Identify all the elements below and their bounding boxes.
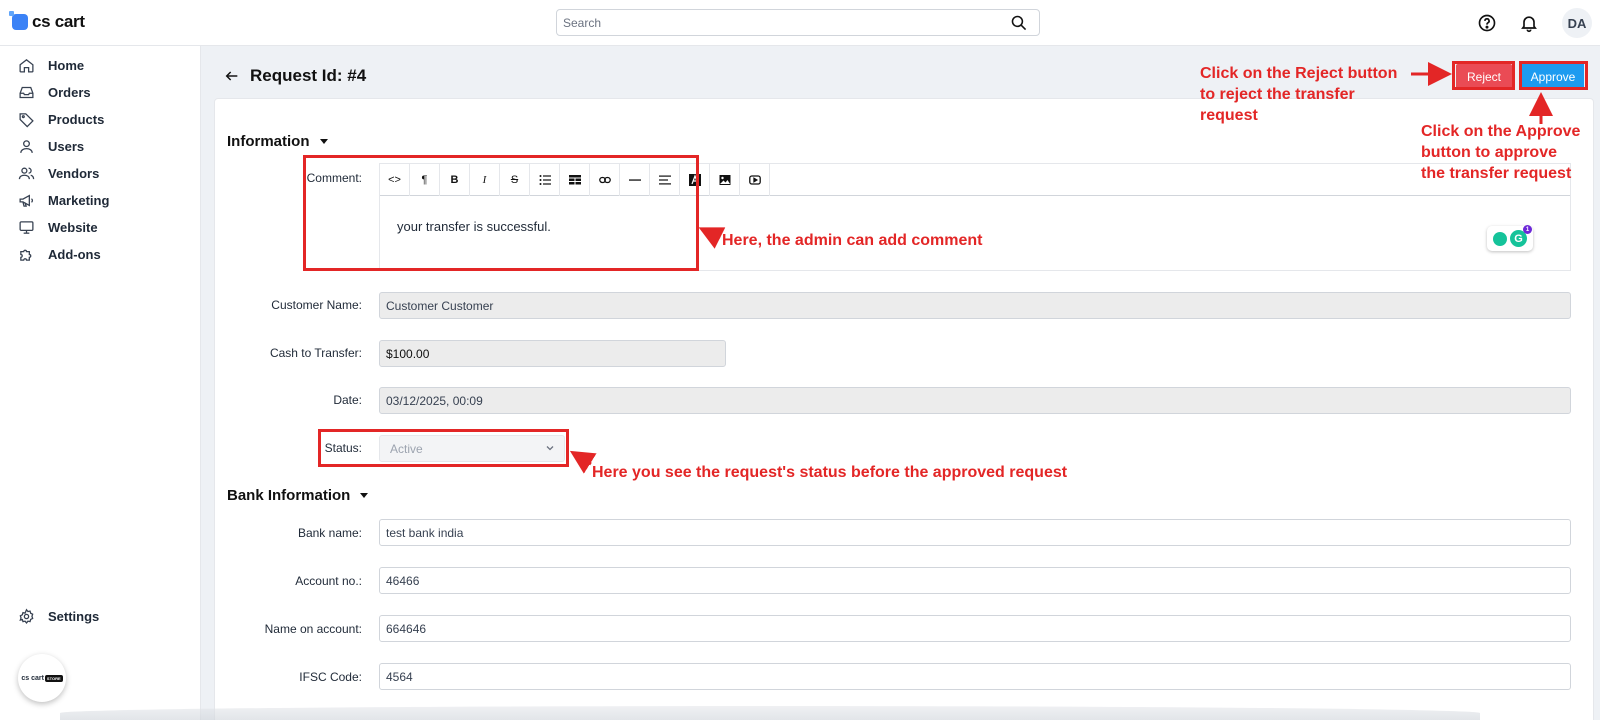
- sidebar-item-orders[interactable]: Orders: [18, 84, 91, 101]
- account-no-label: Account no.:: [295, 574, 362, 588]
- sidebar-item-marketing[interactable]: Marketing: [18, 192, 109, 209]
- grammarly-letter: G: [1514, 232, 1523, 245]
- grammarly-badge: 1: [1523, 225, 1532, 234]
- grammarly-widget[interactable]: G 1: [1487, 225, 1533, 251]
- sidebar-item-label: Add-ons: [48, 247, 101, 262]
- lightbulb-icon: [1493, 231, 1507, 246]
- user-avatar[interactable]: DA: [1562, 8, 1592, 38]
- ifsc-code-input[interactable]: 4564: [379, 663, 1571, 690]
- logo-mark-icon: [9, 11, 28, 30]
- cs-cart-logo[interactable]: cs cart: [9, 11, 85, 32]
- section-information-title: Information: [227, 133, 310, 150]
- customer-name-field: Customer Customer: [379, 292, 1571, 319]
- bell-icon[interactable]: [1519, 13, 1539, 33]
- customer-name-label: Customer Name:: [271, 298, 362, 312]
- tag-icon: [19, 113, 34, 128]
- user-icon: [20, 140, 33, 153]
- sidebar-item-label: Users: [48, 139, 85, 154]
- brand-bubble-text: cs cart: [21, 674, 44, 682]
- sidebar: Home Orders Products Users Vendors Marke…: [0, 46, 201, 720]
- home-icon: [19, 59, 34, 73]
- comment-highlight-box: [303, 155, 699, 271]
- name-on-account-label: Name on account:: [264, 622, 362, 636]
- cash-to-transfer-field: $100.00: [379, 340, 726, 367]
- logo-text: cs cart: [32, 12, 85, 31]
- cash-to-transfer-label: Cash to Transfer:: [269, 346, 362, 360]
- bottom-shadow: [60, 706, 1480, 720]
- search-icon[interactable]: [1010, 14, 1027, 31]
- help-icon[interactable]: [1477, 13, 1497, 33]
- sidebar-item-label: Website: [48, 220, 98, 235]
- approve-annotation-line: the transfer request: [1421, 165, 1572, 182]
- megaphone-icon: [19, 194, 34, 207]
- account-no-input[interactable]: 46466: [379, 567, 1571, 594]
- gear-icon: [19, 608, 34, 624]
- status-annotation: Here you see the request's status before…: [592, 464, 1068, 481]
- reject-annotation-line: Click on the Reject button: [1200, 65, 1398, 82]
- sidebar-item-vendors[interactable]: Vendors: [18, 165, 99, 182]
- top-bar: cs cart DA: [0, 0, 1600, 46]
- sidebar-item-label: Marketing: [48, 193, 110, 208]
- approve-highlight-box: [1519, 61, 1588, 90]
- sidebar-item-label: Home: [48, 58, 85, 73]
- inbox-icon: [19, 86, 34, 99]
- page-title: Request Id: #4: [250, 66, 367, 85]
- approve-annotation-line: Click on the Approve: [1421, 123, 1581, 140]
- sidebar-item-website[interactable]: Website: [18, 219, 98, 236]
- search-box[interactable]: [556, 9, 1040, 36]
- sidebar-item-users[interactable]: Users: [18, 138, 84, 155]
- brand-bubble[interactable]: cs cart STORE: [18, 654, 66, 702]
- reject-annotation-line: to reject the transfer: [1200, 86, 1355, 103]
- caret-down-icon: [360, 493, 369, 498]
- search-input[interactable]: [557, 10, 997, 35]
- sidebar-item-label: Vendors: [48, 166, 100, 181]
- name-on-account-input[interactable]: 664646: [379, 615, 1571, 642]
- bank-name-label: Bank name:: [297, 526, 362, 540]
- reject-annotation-line: request: [1200, 107, 1258, 124]
- date-label: Date:: [333, 393, 362, 407]
- reject-annotation: Click on the Reject button to reject the…: [1200, 63, 1397, 126]
- image-icon[interactable]: [710, 164, 740, 196]
- date-field: 03/12/2025, 00:09: [379, 387, 1571, 414]
- brand-bubble-tag: STORE: [44, 674, 63, 682]
- page-header: Request Id: #4: [224, 66, 366, 86]
- sidebar-item-label: Settings: [48, 609, 100, 624]
- sidebar-item-label: Products: [48, 112, 105, 127]
- sidebar-item-home[interactable]: Home: [18, 57, 84, 74]
- users-icon: [18, 167, 35, 180]
- monitor-icon: [19, 221, 34, 234]
- grammarly-icon: G 1: [1510, 225, 1532, 247]
- approve-annotation-line: button to approve: [1421, 144, 1557, 161]
- sidebar-item-add-ons[interactable]: Add-ons: [18, 246, 101, 263]
- back-arrow-icon[interactable]: [224, 68, 240, 84]
- reject-highlight-box: [1452, 61, 1515, 90]
- caret-down-icon: [319, 139, 328, 144]
- section-information[interactable]: Information: [227, 133, 328, 150]
- section-bank-information[interactable]: Bank Information: [227, 487, 369, 504]
- sidebar-item-products[interactable]: Products: [18, 111, 104, 128]
- sidebar-item-settings[interactable]: Settings: [18, 608, 99, 625]
- status-highlight-box: [318, 429, 569, 467]
- comment-annotation: Here, the admin can add comment: [722, 232, 983, 249]
- section-bank-title: Bank Information: [227, 487, 351, 504]
- puzzle-icon: [20, 249, 32, 261]
- bank-name-input[interactable]: test bank india: [379, 519, 1571, 546]
- sidebar-item-label: Orders: [48, 85, 91, 100]
- video-icon[interactable]: [740, 164, 770, 196]
- approve-annotation: Click on the Approve button to approve t…: [1421, 121, 1580, 184]
- ifsc-code-label: IFSC Code:: [299, 670, 362, 684]
